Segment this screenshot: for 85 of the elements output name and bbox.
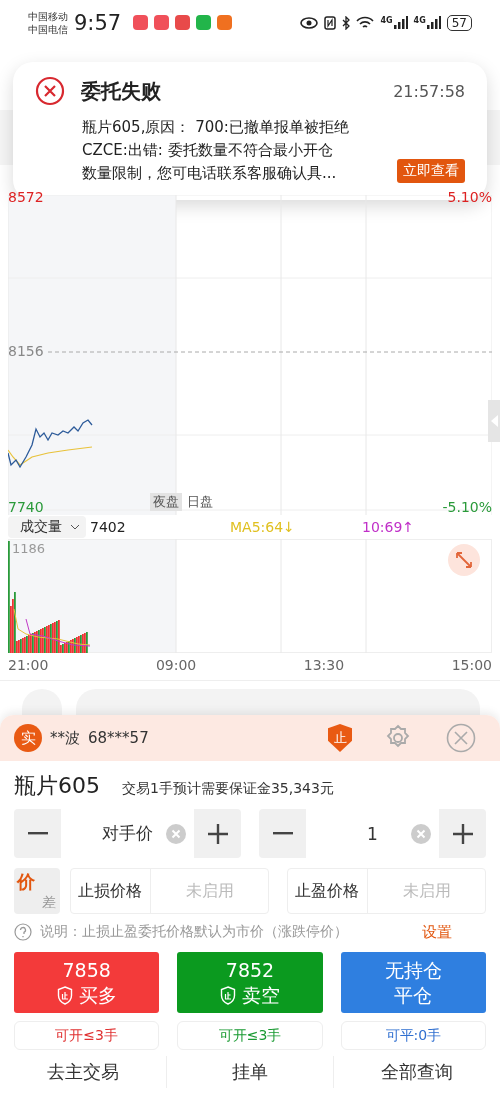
time-tick: 15:00 <box>451 657 492 675</box>
network-type-label: 4G <box>413 16 426 25</box>
bluetooth-icon <box>342 15 351 30</box>
clock: 9:57 <box>74 10 122 35</box>
spread-mode-label: 差 <box>42 894 56 912</box>
stop-price-field[interactable]: 止损价格 未启用 <box>70 868 269 914</box>
danmu-button[interactable] <box>22 689 62 715</box>
price-high-label: 8572 <box>8 189 44 205</box>
carrier-name: 中国电信 <box>28 22 68 36</box>
stop-price-label: 止盈价格 <box>288 869 368 913</box>
network-type-label: 4G <box>380 16 393 25</box>
order-button[interactable]: 7852 卖空 <box>177 952 323 1013</box>
stop-price-label: 止损价格 <box>71 869 151 913</box>
ma10-value: 10:69↑ <box>362 519 415 535</box>
app-notification-icon <box>217 15 233 30</box>
help-icon[interactable] <box>14 923 32 941</box>
clear-icon[interactable] <box>166 823 186 844</box>
app-notification-icon <box>196 15 212 30</box>
bottom-tab[interactable]: 去主交易 <box>0 1056 166 1088</box>
notification-message: CZCE:出错: 委托数量不符合最小开仓 <box>82 140 334 161</box>
stop-price-placeholder: 未启用 <box>401 880 452 902</box>
session-tab[interactable]: 夜盘 <box>150 493 182 511</box>
available-lots: 可开≤3手 <box>177 1021 323 1050</box>
contract-name: 瓶片605 <box>14 772 100 800</box>
eye-icon <box>300 16 319 29</box>
available-lots: 可开≤3手 <box>14 1021 160 1050</box>
indicator-dropdown[interactable]: 成交量 <box>8 516 86 538</box>
time-tick: 21:00 <box>8 657 49 675</box>
account-id: 68***57 <box>88 729 149 747</box>
volume-value: 7402 <box>90 519 127 535</box>
order-button[interactable]: 7858 买多 <box>14 952 160 1013</box>
shield-icon <box>56 985 73 1005</box>
stop-price-placeholder: 未启用 <box>184 880 235 902</box>
price-mode-label: 价 <box>17 870 35 894</box>
volume-max-label: 1186 <box>12 541 46 556</box>
bottom-tab[interactable]: 全部查询 <box>333 1056 500 1088</box>
danmu-input[interactable] <box>76 689 480 715</box>
ma10-line <box>25 618 91 647</box>
wifi-icon <box>356 16 375 29</box>
time-tick: 09:00 <box>155 657 197 675</box>
clear-icon[interactable] <box>411 823 431 844</box>
shield-icon <box>220 985 236 1005</box>
time-tick: 13:30 <box>303 657 345 675</box>
order-button[interactable]: 无持仓 平仓 <box>340 952 486 1013</box>
ma5-value: MA5:64↓ <box>230 519 296 535</box>
plus-icon <box>452 823 473 844</box>
stop-price-field[interactable]: 止盈价格 未启用 <box>287 868 486 914</box>
notification-message: 瓶片605,原因： 700:已撤单报单被拒绝 <box>82 117 350 138</box>
real-account-badge: 实 <box>14 724 42 752</box>
notification-title: 委托失败 <box>81 77 162 105</box>
quantity-field[interactable]: 1 <box>306 809 439 858</box>
nfc-icon <box>324 15 337 30</box>
stop-order-badge[interactable]: 止 <box>328 724 352 752</box>
carrier-name: 中国移动 <box>28 9 68 23</box>
close-icon[interactable] <box>446 723 476 753</box>
side-handle[interactable] <box>488 400 500 442</box>
plus-icon <box>207 823 228 844</box>
app-notification-icon <box>154 15 170 30</box>
session-tab[interactable]: 日盘 <box>184 493 216 511</box>
chevron-down-icon <box>70 524 80 530</box>
notification-message: 数量限制，您可电话联系客服确认具... <box>82 163 338 184</box>
settings-link[interactable]: 设置 <box>422 922 452 942</box>
stop-order-note: 说明：止损止盈委托价格默认为市价（涨跌停价） <box>40 923 349 941</box>
signal-icon <box>426 16 441 29</box>
price-field[interactable]: 对手价 <box>61 809 194 858</box>
error-icon <box>35 76 65 106</box>
signal-icon <box>393 16 408 29</box>
caret-icon <box>490 415 498 427</box>
view-now-button[interactable]: 立即查看 <box>397 159 465 183</box>
minus-icon <box>272 832 293 835</box>
available-lots: 可平:0手 <box>340 1021 486 1050</box>
notification-time: 21:57:58 <box>393 81 465 101</box>
price-low-label: 7740 <box>8 499 44 515</box>
expand-icon <box>455 551 473 569</box>
account-name: **波 <box>50 728 80 748</box>
margin-note: 交易1手预计需要保证金35,343元 <box>122 780 334 798</box>
minus-icon <box>27 832 48 835</box>
app-notification-icon <box>133 15 149 30</box>
expand-button[interactable] <box>448 544 480 576</box>
bottom-tab[interactable]: 挂单 <box>166 1056 333 1088</box>
change-low-label: -5.10% <box>442 499 492 515</box>
change-high-label: 5.10% <box>447 189 492 205</box>
price-mid-label: 8156 <box>8 343 44 359</box>
battery-level: 57 <box>446 14 472 31</box>
app-notification-icon <box>175 15 191 30</box>
